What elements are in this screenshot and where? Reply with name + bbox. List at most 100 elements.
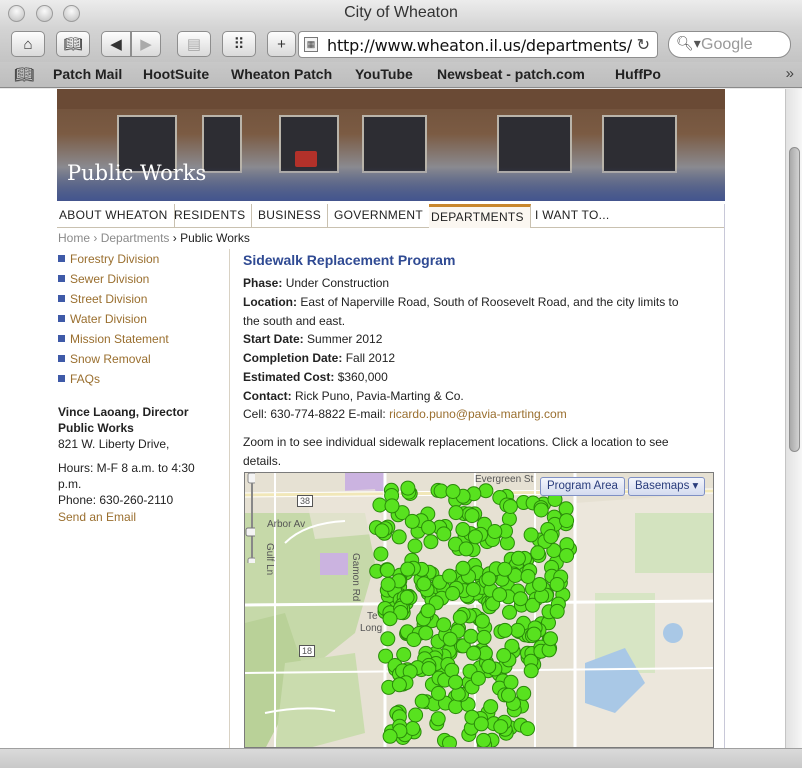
sidewalk-location-marker[interactable] (399, 589, 415, 605)
nav-departments[interactable]: DEPARTMENTS (429, 204, 531, 228)
sidewalk-location-marker[interactable] (445, 484, 461, 499)
bookmark-item[interactable]: Newsbeat - patch.com (437, 66, 585, 82)
sidewalk-location-marker[interactable] (473, 716, 489, 732)
sidewalk-location-marker[interactable] (407, 538, 423, 554)
sidewalk-location-marker[interactable] (476, 629, 492, 645)
bookmark-item[interactable]: HuffPo (615, 66, 661, 82)
sidewalk-location-marker[interactable] (510, 622, 526, 638)
sidewalk-location-marker[interactable] (465, 582, 481, 597)
sidewalk-location-marker[interactable] (416, 576, 432, 592)
sidewalk-location-marker[interactable] (464, 508, 480, 524)
nav-business[interactable]: BUSINESS (256, 204, 329, 228)
sidewalk-location-marker[interactable] (452, 610, 468, 625)
sidewalk-location-marker[interactable] (523, 663, 539, 679)
bookmarks-button[interactable]: 📖︎ (56, 31, 90, 57)
breadcrumb-departments[interactable]: Departments (101, 231, 170, 245)
sidewalk-location-marker[interactable] (559, 513, 575, 529)
sidewalk-location-marker[interactable] (458, 541, 474, 557)
sidewalk-location-marker[interactable] (382, 611, 398, 627)
sidewalk-location-marker[interactable] (442, 631, 458, 647)
sidewalk-location-marker[interactable] (445, 586, 461, 601)
sidewalk-location-marker[interactable] (430, 711, 446, 727)
sidewalk-location-marker[interactable] (380, 576, 396, 592)
sidewalk-location-marker[interactable] (404, 513, 420, 529)
reload-icon[interactable]: ↻ (637, 35, 650, 55)
sidewalk-map[interactable]: Program Area Basemaps ▾ Evergreen St Arb… (244, 472, 714, 748)
sidewalk-location-marker[interactable] (436, 526, 452, 542)
sidewalk-location-marker[interactable] (481, 571, 497, 587)
sidebar-item-forestry[interactable]: Forestry Division (58, 252, 159, 266)
nav-residents[interactable]: RESIDENTS (172, 204, 253, 228)
home-button[interactable]: ⌂ (11, 31, 45, 57)
sidewalk-location-marker[interactable] (466, 645, 482, 661)
sidewalk-location-marker[interactable] (380, 631, 396, 647)
sidewalk-location-marker[interactable] (455, 560, 471, 576)
sidewalk-location-marker[interactable] (516, 685, 532, 701)
sidewalk-location-marker[interactable] (436, 617, 452, 633)
sidewalk-location-marker[interactable] (476, 732, 492, 747)
sidewalk-location-marker[interactable] (423, 534, 439, 550)
bookmarks-book-icon[interactable]: 📖︎ (14, 65, 34, 85)
nav-about-wheaton[interactable]: ABOUT WHEATON (57, 204, 175, 228)
sidewalk-location-marker[interactable] (408, 707, 424, 723)
sidewalk-location-marker[interactable] (382, 728, 398, 744)
sidewalk-location-marker[interactable] (543, 529, 559, 544)
send-email-link[interactable]: Send an Email (58, 510, 136, 524)
sidewalk-location-marker[interactable] (470, 671, 486, 686)
sidewalk-location-marker[interactable] (455, 522, 471, 537)
add-bookmark-button[interactable]: + (267, 31, 296, 57)
sidewalk-location-marker[interactable] (543, 631, 558, 647)
sidewalk-location-marker[interactable] (483, 699, 499, 715)
sidewalk-location-marker[interactable] (533, 502, 549, 518)
bookmark-item[interactable]: Wheaton Patch (231, 66, 332, 82)
sidewalk-location-marker[interactable] (513, 591, 528, 607)
sidebar-item-faqs[interactable]: FAQs (58, 372, 100, 386)
sidewalk-location-marker[interactable] (384, 498, 400, 514)
sidewalk-location-marker[interactable] (474, 613, 490, 629)
sidewalk-location-marker[interactable] (373, 546, 389, 562)
sidewalk-location-marker[interactable] (526, 626, 542, 642)
sidewalk-location-marker[interactable] (400, 480, 416, 496)
map-canvas[interactable] (245, 473, 714, 748)
url-text[interactable]: http://www.wheaton.il.us/departments/ (327, 36, 632, 55)
sidewalk-location-marker[interactable] (501, 687, 516, 703)
sidewalk-location-marker[interactable] (414, 693, 430, 709)
sidewalk-location-marker[interactable] (374, 523, 390, 539)
basemaps-button[interactable]: Basemaps ▾ (628, 477, 706, 496)
sidewalk-location-marker[interactable] (549, 577, 565, 592)
zoom-slider[interactable] (245, 473, 255, 563)
sidebar-item-sewer[interactable]: Sewer Division (58, 272, 149, 286)
back-button[interactable]: ◀ (101, 31, 131, 57)
sidewalk-location-marker[interactable] (559, 548, 575, 563)
sidebar-item-snow[interactable]: Snow Removal (58, 352, 151, 366)
sidewalk-location-marker[interactable] (467, 529, 483, 545)
sidewalk-location-marker[interactable] (502, 499, 518, 514)
scrollbar-thumb[interactable] (789, 147, 800, 452)
sidewalk-location-marker[interactable] (520, 721, 535, 737)
sidebar-item-water[interactable]: Water Division (58, 312, 147, 326)
sidewalk-location-marker[interactable] (481, 658, 497, 674)
sidewalk-location-marker[interactable] (400, 561, 416, 577)
sidewalk-location-marker[interactable] (510, 550, 526, 566)
sidewalk-location-marker[interactable] (431, 685, 446, 701)
sidewalk-location-marker[interactable] (503, 674, 519, 690)
sidewalk-location-marker[interactable] (396, 647, 412, 662)
bookmark-item[interactable]: HootSuite (143, 66, 209, 82)
nav-i-want-to[interactable]: I WANT TO... (533, 204, 616, 228)
sidewalk-location-marker[interactable] (523, 527, 539, 543)
sidewalk-location-marker[interactable] (549, 603, 565, 619)
more-bookmarks-icon[interactable]: » (786, 65, 794, 82)
sidewalk-location-marker[interactable] (487, 524, 503, 539)
sidewalk-location-marker[interactable] (497, 561, 513, 577)
search-field[interactable]: 🔍︎▾ Google (668, 31, 791, 58)
nav-government[interactable]: GOVERNMENT (332, 204, 431, 228)
sidewalk-location-marker[interactable] (442, 568, 458, 584)
sidewalk-location-marker[interactable] (421, 661, 437, 677)
sidebar-item-mission[interactable]: Mission Statement (58, 332, 169, 346)
address-bar[interactable]: ▦ http://www.wheaton.il.us/departments/ … (298, 31, 658, 58)
sidewalk-location-marker[interactable] (492, 587, 508, 603)
sidewalk-location-marker[interactable] (496, 648, 512, 663)
sidebar-item-street[interactable]: Street Division (58, 292, 147, 306)
breadcrumb-home[interactable]: Home (58, 231, 90, 245)
sidewalk-location-marker[interactable] (379, 562, 395, 578)
